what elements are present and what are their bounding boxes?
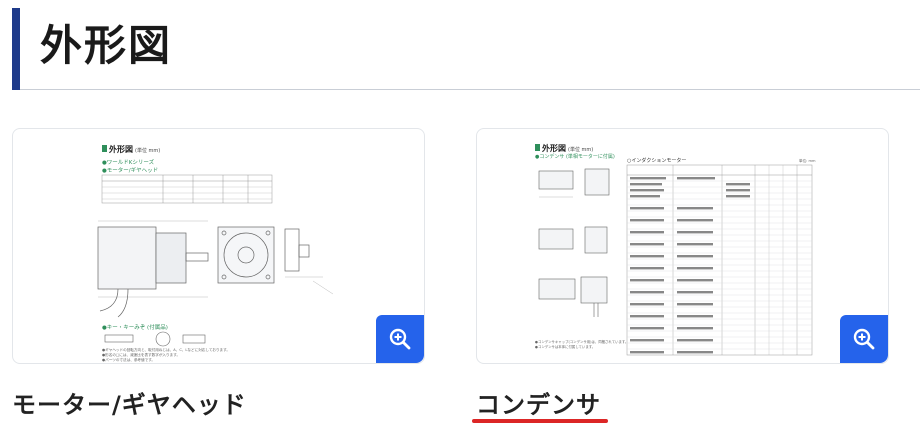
mounting-bracket: [284, 228, 334, 295]
header-marker: [102, 145, 107, 152]
capacitor-views: [538, 168, 610, 317]
capacitor-drawing: 外形図 (単位 mm) ●コンデンサ (単相モーターに付属) ○インダクションモ…: [535, 143, 816, 356]
key-heading: ●キー・キーみぞ (付属品): [102, 323, 168, 331]
zoom-in-icon: [853, 328, 875, 350]
motor-side-view: [97, 220, 209, 318]
active-caption-underline: [472, 419, 608, 423]
drawing-header-unit: (単位 mm): [568, 146, 593, 153]
caption-capacitor-link[interactable]: コンデンサ: [476, 388, 601, 422]
page-title: 外形図: [40, 21, 173, 70]
capacitor-table: [626, 164, 813, 356]
motor-gearhead-drawing: 外形図 (単位 mm) ●ワールドKシリーズ ●モーター/ギヤヘッド ●キー・キ…: [97, 144, 334, 362]
caption-motor-gearhead-link[interactable]: モーター/ギヤヘッド: [12, 388, 247, 422]
zoom-button[interactable]: [376, 315, 424, 363]
footnote-2: ●形名の□には、減速比を表す数字が入ります。: [102, 352, 180, 357]
key-drawing: [104, 331, 206, 347]
series-line: ●ワールドKシリーズ: [102, 158, 155, 166]
table-unit: 単位: mm: [799, 158, 816, 163]
footnote-2: ●コンデンサは本体に付属しています。: [535, 344, 595, 349]
header-marker: [535, 144, 540, 151]
motor-front-view: [217, 226, 275, 284]
spec-table: [101, 174, 273, 204]
drawing-subtitle: ●コンデンサ (単相モーターに付属): [535, 153, 615, 160]
page-heading: 外形図: [12, 8, 920, 90]
footnote-1: ●コンデンサキャップ(コンデンサ用)は、同梱されています。: [535, 339, 628, 344]
motor-gearhead-line: ●モーター/ギヤヘッド: [102, 166, 158, 174]
zoom-in-icon: [389, 328, 411, 350]
drawing-header: 外形図: [109, 144, 133, 154]
drawing-header-unit: (単位 mm): [135, 147, 160, 154]
footnote-1: ●ギヤヘッドの回転方向と、取付用ねじは、A、C、Lなどに対応しております。: [102, 347, 230, 352]
drawing-header: 外形図: [542, 143, 566, 153]
table-title: ○インダクションモーター: [627, 157, 686, 164]
footnote-3: ●パーツの寸法は、参考値です。: [102, 357, 155, 362]
card-capacitor[interactable]: 外形図 (単位 mm) ●コンデンサ (単相モーターに付属) ○インダクションモ…: [476, 128, 889, 364]
heading-accent-bar: [12, 8, 20, 90]
card-motor-gearhead[interactable]: 外形図 (単位 mm) ●ワールドKシリーズ ●モーター/ギヤヘッド ●キー・キ…: [12, 128, 425, 364]
zoom-button[interactable]: [840, 315, 888, 363]
